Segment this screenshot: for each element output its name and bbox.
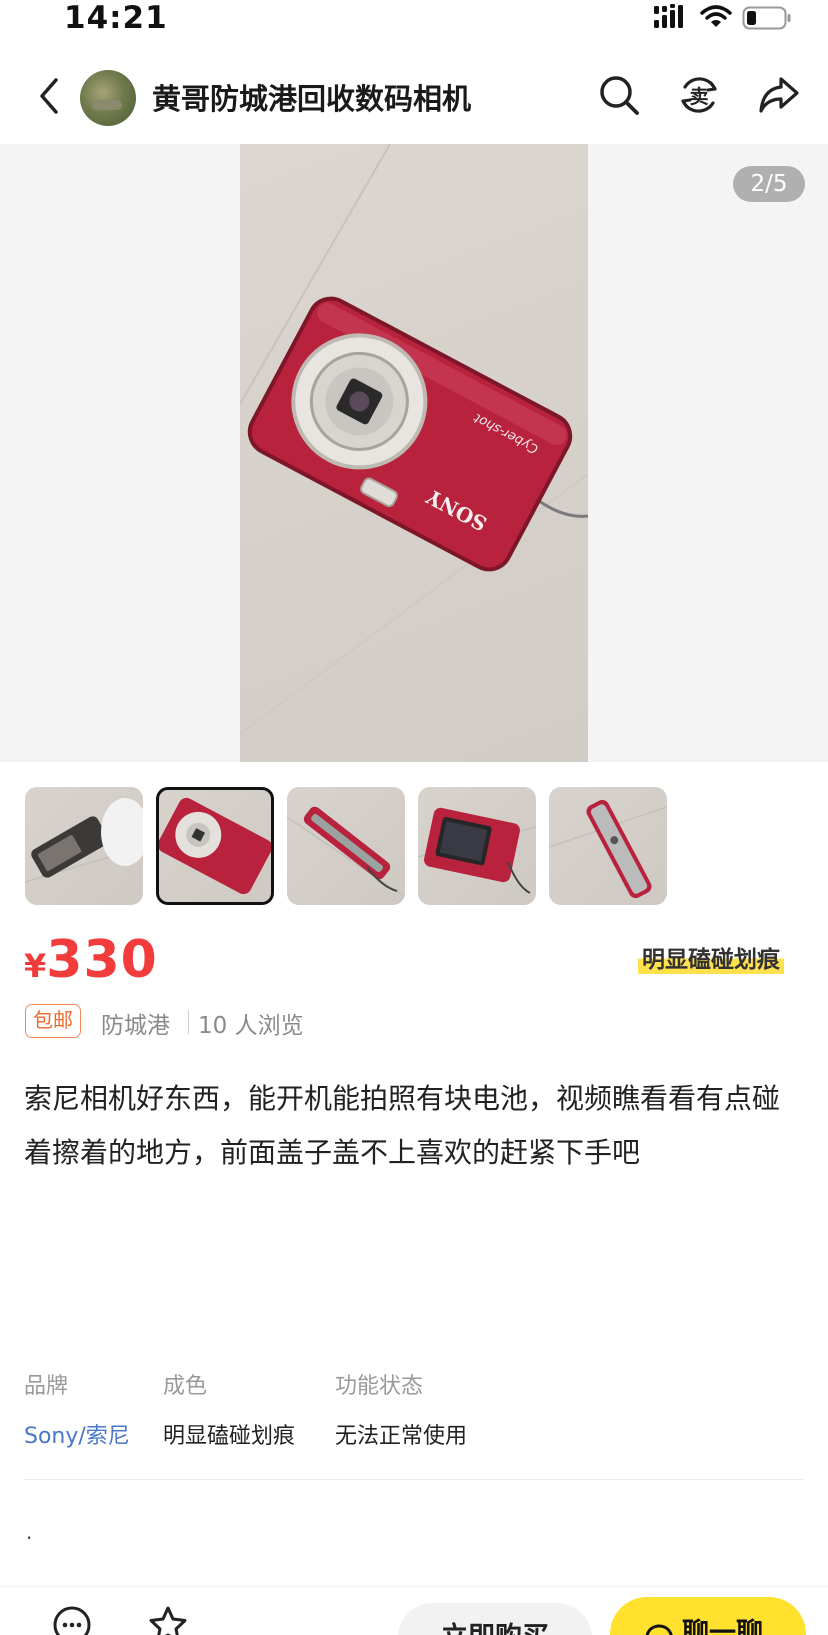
camera-photo-illustration: SONY Cyber-shot	[240, 144, 588, 735]
attribute-condition: 成色 明显磕碰划痕	[163, 1368, 295, 1450]
price: ¥330	[24, 930, 158, 990]
back-icon[interactable]	[32, 76, 66, 116]
seller-avatar[interactable]	[80, 70, 136, 126]
comment-icon[interactable]	[52, 1605, 92, 1635]
sell-icon[interactable]: 卖	[677, 73, 721, 117]
product-photo[interactable]: SONY Cyber-shot	[240, 144, 588, 762]
attribute-brand: 品牌 Sony/索尼	[24, 1368, 130, 1450]
location: 防城港	[101, 1013, 170, 1039]
view-count: 10 人浏览	[198, 1013, 304, 1039]
share-icon[interactable]	[757, 73, 801, 117]
status-bar: 14:21	[0, 0, 828, 48]
thumbnail-1[interactable]	[25, 787, 143, 905]
favorite-star-icon[interactable]	[148, 1605, 188, 1635]
bottom-action-bar: 立即购买 聊一聊	[0, 1586, 828, 1635]
attribute-value: 明显磕碰划痕	[163, 1424, 296, 1449]
price-amount: 330	[46, 930, 158, 990]
wifi-icon	[700, 5, 732, 27]
page-indicator: 2/5	[733, 166, 805, 202]
attribute-value: 无法正常使用	[335, 1424, 468, 1449]
attribute-label: 功能状态	[335, 1374, 424, 1399]
thumbnail-5[interactable]	[549, 787, 667, 905]
price-currency: ¥	[24, 947, 47, 985]
signal-icon	[654, 4, 683, 28]
meta-divider	[188, 1010, 189, 1034]
footer-dot: .	[26, 1520, 33, 1544]
chat-bubble-icon	[645, 1624, 673, 1635]
thumbnail-4[interactable]	[418, 787, 536, 905]
section-divider	[24, 1479, 804, 1480]
main-image-viewer[interactable]: SONY Cyber-shot 2/5	[0, 144, 828, 762]
thumbnail-strip	[25, 787, 705, 905]
attribute-function: 功能状态 无法正常使用	[335, 1368, 467, 1450]
attribute-label: 品牌	[24, 1374, 69, 1399]
free-shipping-badge: 包邮	[25, 1004, 81, 1038]
attribute-label: 成色	[163, 1374, 208, 1399]
battery-icon	[742, 6, 791, 30]
search-icon[interactable]	[597, 73, 641, 117]
status-time: 14:21	[64, 0, 168, 36]
seller-name[interactable]: 黄哥防城港回收数码相机	[152, 76, 471, 118]
nav-bar: 黄哥防城港回收数码相机 卖	[0, 48, 828, 144]
condition-tag: 明显磕碰划痕	[638, 940, 784, 974]
chat-button[interactable]: 聊一聊	[610, 1597, 806, 1635]
thumbnail-2[interactable]	[156, 787, 274, 905]
brand-link[interactable]: Sony/索尼	[24, 1418, 130, 1450]
sell-glyph: 卖	[689, 86, 708, 108]
thumbnail-3[interactable]	[287, 787, 405, 905]
buy-now-button[interactable]: 立即购买	[398, 1603, 592, 1635]
chat-label: 聊一聊	[682, 1618, 763, 1635]
product-description: 索尼相机好东西，能开机能拍照有块电池，视频瞧看看有点碰着擦着的地方，前面盖子盖不…	[24, 1082, 781, 1169]
